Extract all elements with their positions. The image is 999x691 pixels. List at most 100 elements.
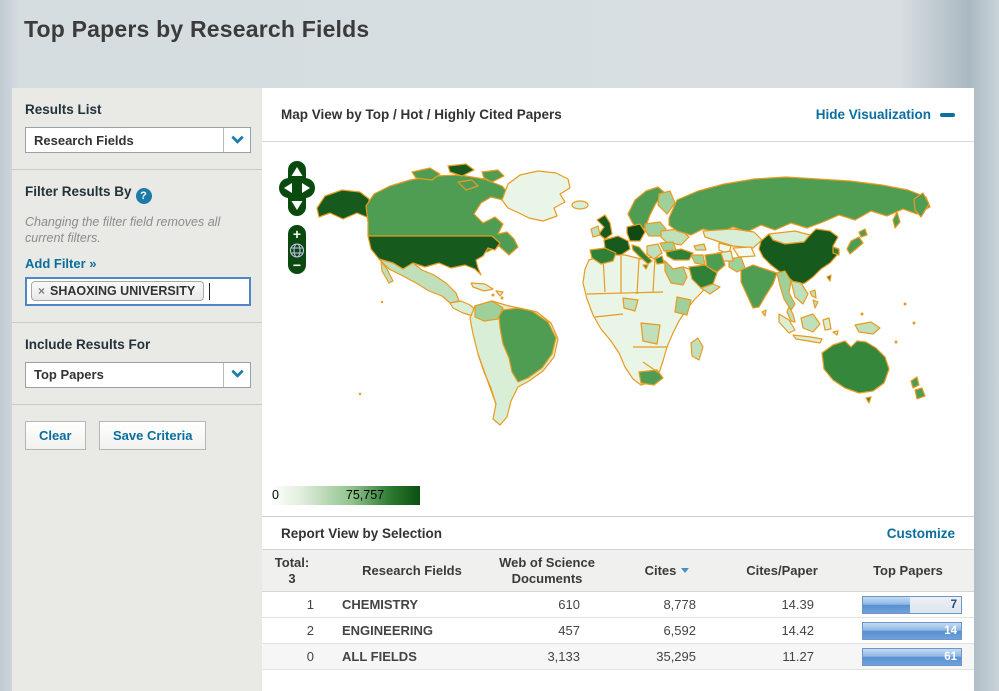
col-research-fields: Research Fields	[322, 550, 482, 592]
legend-max: 75,757	[346, 488, 384, 502]
research-field-link[interactable]: ENGINEERING	[322, 618, 482, 644]
chevron-down-icon[interactable]	[223, 363, 250, 387]
table-row: 0 ALL FIELDS 3,133 35,295 11.27 61	[262, 644, 974, 670]
page: Top Papers by Research Fields Results Li…	[0, 0, 999, 691]
save-criteria-button[interactable]: Save Criteria	[99, 421, 207, 450]
row-docs: 610	[482, 592, 612, 618]
results-list-selected: Research Fields	[34, 133, 134, 148]
report-table: Total:3 Research Fields Web of ScienceDo…	[262, 549, 974, 670]
region-africa[interactable]	[583, 254, 705, 385]
island-java[interactable]	[793, 335, 822, 343]
col-cites-per-paper: Cites/Paper	[722, 550, 842, 592]
row-cites-per-paper: 11.27	[722, 644, 842, 670]
top-papers-bar: 61	[862, 648, 962, 666]
filter-heading: Filter Results By?	[25, 184, 251, 204]
include-results-dropdown[interactable]: Top Papers	[25, 362, 251, 388]
country-alaska[interactable]	[317, 190, 369, 219]
main-panel: Map View by Top / Hot / Highly Cited Pap…	[262, 88, 974, 691]
top-papers-bar: 7	[862, 596, 962, 614]
country-india[interactable]	[741, 265, 777, 308]
island-tasmania[interactable]	[866, 397, 871, 403]
filter-tag-label: SHAOXING UNIVERSITY	[50, 284, 195, 298]
map-zoom-control[interactable]: + −	[288, 225, 306, 274]
island-small[interactable]	[833, 331, 838, 335]
island-hispaniola[interactable]	[496, 291, 503, 296]
country-romania[interactable]	[660, 242, 676, 251]
country-japan[interactable]	[859, 229, 867, 237]
include-results-selected: Top Papers	[34, 367, 104, 382]
row-docs: 3,133	[482, 644, 612, 670]
chevron-down-icon[interactable]	[223, 128, 250, 152]
map-header: Map View by Top / Hot / Highly Cited Pap…	[262, 88, 974, 142]
country-drc[interactable]	[641, 323, 660, 344]
country-japan[interactable]	[847, 237, 863, 254]
country-turkey[interactable]	[666, 249, 693, 260]
island-new-guinea[interactable]	[855, 322, 880, 334]
country-sri-lanka[interactable]	[762, 310, 766, 316]
page-title: Top Papers by Research Fields	[24, 16, 369, 43]
help-icon[interactable]: ?	[136, 188, 152, 204]
island-sakhalin[interactable]	[893, 212, 900, 228]
add-filter-link[interactable]: Add Filter »	[25, 256, 97, 271]
island-taiwan[interactable]	[827, 275, 831, 281]
country-ireland[interactable]	[591, 226, 600, 237]
table-row: 1 CHEMISTRY 610 8,778 14.39 7	[262, 592, 974, 618]
country-south-africa[interactable]	[639, 370, 663, 385]
country-cuba[interactable]	[471, 283, 493, 291]
row-cites: 8,778	[612, 592, 722, 618]
country-philippines[interactable]	[810, 290, 816, 298]
country-philippines[interactable]	[813, 300, 818, 308]
sidebar-actions: Clear Save Criteria	[12, 405, 262, 466]
country-south-korea[interactable]	[833, 247, 839, 255]
clear-button[interactable]: Clear	[25, 421, 86, 450]
remove-filter-icon[interactable]: ×	[38, 284, 45, 298]
legend-min: 0	[272, 488, 279, 502]
results-list-heading: Results List	[25, 102, 251, 117]
map-header-title: Map View by Top / Hot / Highly Cited Pap…	[281, 107, 562, 122]
report-header-title: Report View by Selection	[281, 526, 442, 541]
filter-tag: × SHAOXING UNIVERSITY	[31, 281, 204, 301]
country-australia[interactable]	[822, 341, 889, 393]
country-kazakhstan[interactable]	[703, 229, 762, 248]
table-header-row: Total:3 Research Fields Web of ScienceDo…	[262, 550, 974, 592]
zoom-out-icon: −	[293, 257, 301, 273]
region-levant[interactable]	[691, 255, 705, 265]
row-cites: 35,295	[612, 644, 722, 670]
country-united-states[interactable]	[368, 236, 500, 275]
hide-visualization-link[interactable]: Hide Visualization	[816, 107, 955, 122]
col-wos-documents: Web of ScienceDocuments	[482, 550, 612, 592]
region-caucasus[interactable]	[694, 244, 706, 250]
country-madagascar[interactable]	[691, 338, 703, 360]
sidebar: Results List Research Fields Filter Resu…	[12, 88, 262, 691]
col-top-papers: Top Papers	[842, 550, 974, 592]
world-map[interactable]: + −	[262, 142, 974, 516]
research-field-link[interactable]: CHEMISTRY	[322, 592, 482, 618]
map-legend: 0 75,757	[270, 486, 420, 505]
arctic-island[interactable]	[448, 164, 474, 176]
country-new-zealand[interactable]	[915, 388, 925, 399]
island-sulawesi[interactable]	[823, 318, 831, 330]
report-header: Report View by Selection Customize	[262, 516, 974, 549]
island-borneo[interactable]	[801, 314, 820, 332]
country-germany[interactable]	[627, 224, 645, 241]
region-central-asia[interactable]	[733, 247, 755, 257]
row-rank: 0	[262, 644, 322, 670]
country-iceland[interactable]	[572, 201, 588, 209]
row-cites: 6,592	[612, 618, 722, 644]
map-area: + − 0 75,757	[262, 142, 974, 516]
include-results-section: Include Results For Top Papers	[12, 323, 262, 405]
results-list-dropdown[interactable]: Research Fields	[25, 127, 251, 153]
country-greenland[interactable]	[502, 171, 570, 221]
country-new-zealand[interactable]	[911, 377, 919, 388]
country-russia[interactable]	[669, 177, 930, 235]
text-cursor	[209, 283, 210, 300]
row-rank: 1	[262, 592, 322, 618]
filter-input[interactable]: × SHAOXING UNIVERSITY	[25, 277, 251, 306]
map-pan-control[interactable]	[279, 161, 315, 216]
col-cites-sortable[interactable]: Cites	[612, 550, 722, 592]
customize-link[interactable]: Customize	[887, 526, 955, 541]
col-total: Total:3	[262, 550, 322, 592]
region-east-africa[interactable]	[675, 297, 691, 315]
research-field-link[interactable]: ALL FIELDS	[322, 644, 482, 670]
row-cites-per-paper: 14.42	[722, 618, 842, 644]
